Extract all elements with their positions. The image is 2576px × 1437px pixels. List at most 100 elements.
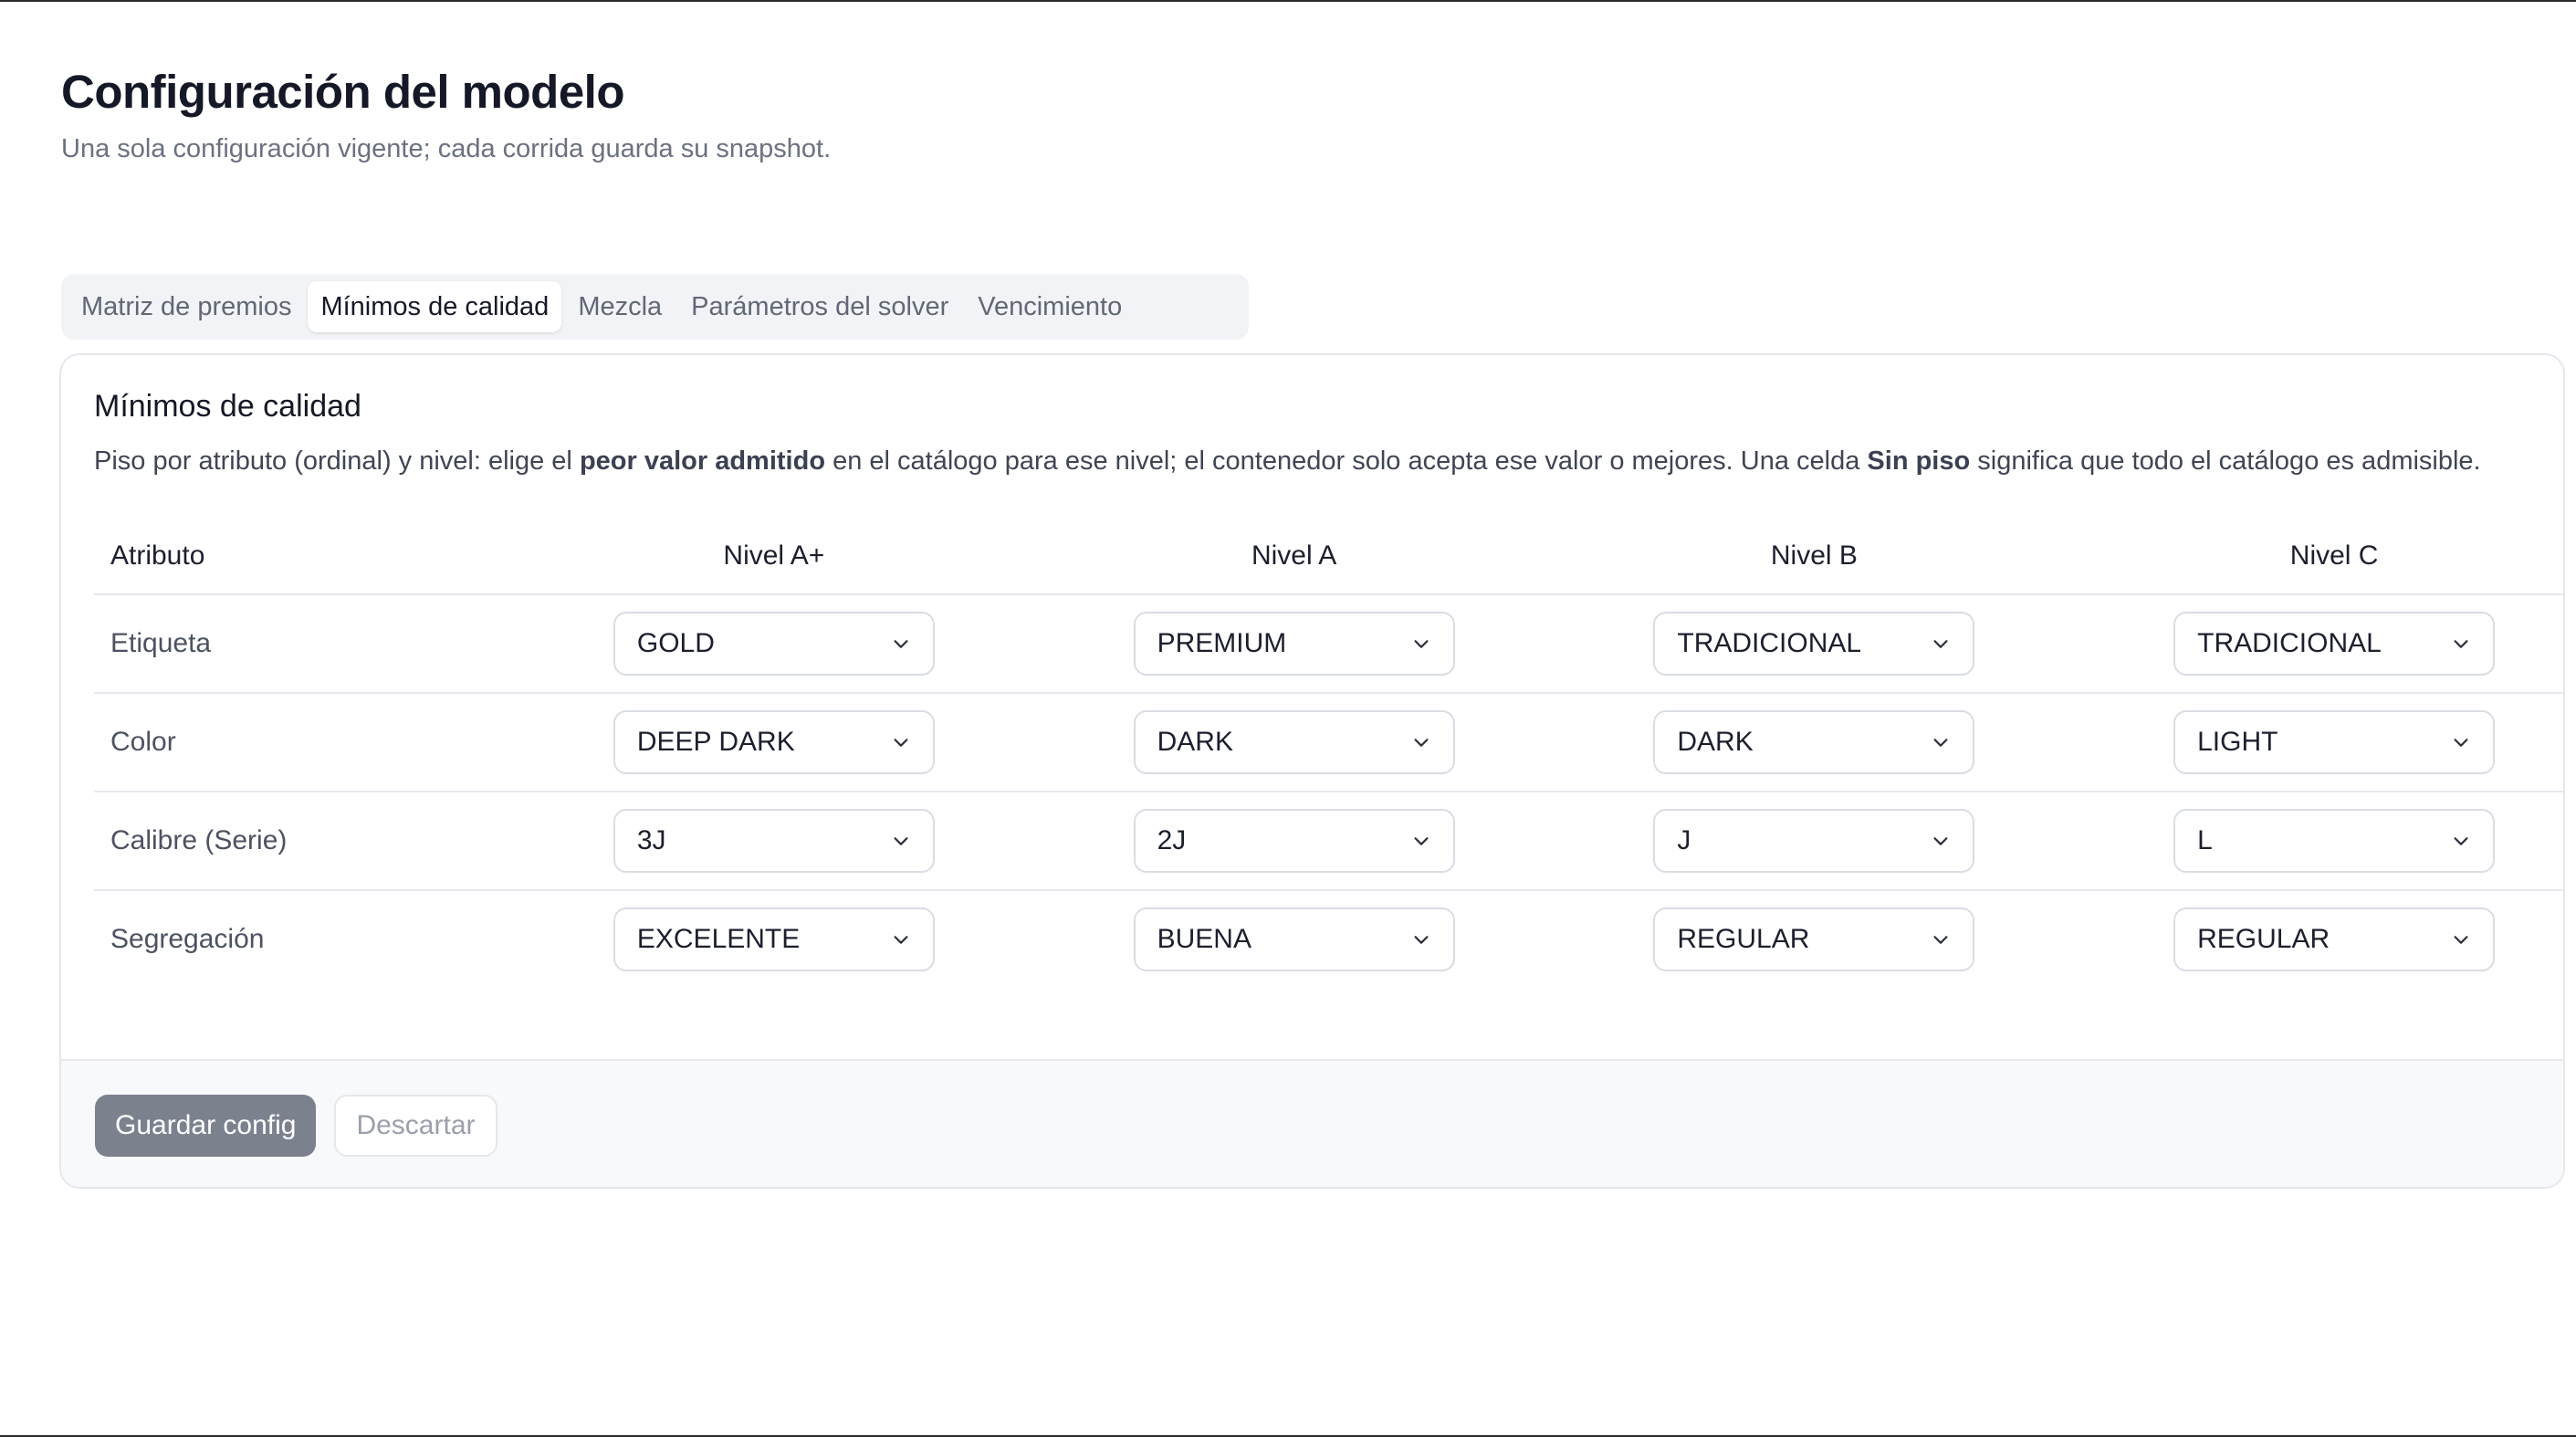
- floor-select-nivel-a[interactable]: 2J: [1133, 808, 1455, 873]
- level-cell: TRADICIONAL: [1554, 593, 2075, 694]
- tab-parametros-del-solver[interactable]: Parámetros del solver: [678, 281, 961, 332]
- card-footer: Guardar config Descartar: [61, 1059, 2563, 1187]
- tab-vencimiento[interactable]: Vencimiento: [965, 281, 1135, 332]
- discard-button[interactable]: Descartar: [334, 1095, 497, 1157]
- quality-table: Atributo Nivel A+ Nivel A Nivel B Nivel …: [94, 519, 2563, 989]
- chevron-down-icon: [1931, 929, 1951, 949]
- chevron-down-icon: [2451, 831, 2471, 851]
- level-cell: J: [1554, 791, 2075, 891]
- floor-select-nivel-a[interactable]: BUENA: [1133, 907, 1455, 972]
- level-cell: L: [2074, 791, 2563, 891]
- select-value: REGULAR: [2197, 924, 2330, 955]
- chevron-down-icon: [1411, 634, 1431, 654]
- floor-select-nivel-a[interactable]: DARK: [1133, 709, 1455, 774]
- attribute-label: Etiqueta: [94, 593, 514, 694]
- tab-matriz-de-premios[interactable]: Matriz de premios: [68, 281, 304, 332]
- chevron-down-icon: [2451, 732, 2471, 752]
- desc-text-1: Piso por atributo (ordinal) y nivel: eli…: [94, 446, 580, 476]
- header-atributo: Atributo: [94, 519, 514, 595]
- select-value: J: [1677, 824, 1691, 855]
- select-value: L: [2197, 824, 2213, 855]
- chevron-down-icon: [891, 929, 911, 949]
- floor-select-nivel-a-plus[interactable]: EXCELENTE: [613, 907, 935, 972]
- header-nivel-a-plus: Nivel A+: [514, 519, 1034, 595]
- tab-mezcla[interactable]: Mezcla: [565, 281, 675, 332]
- level-cell: BUENA: [1034, 890, 1555, 989]
- level-cell: LIGHT: [2074, 692, 2563, 792]
- chevron-down-icon: [891, 831, 911, 851]
- desc-text-2: en el catálogo para ese nivel; el conten…: [825, 446, 1868, 476]
- floor-select-nivel-b[interactable]: REGULAR: [1653, 907, 1975, 972]
- level-cell: 2J: [1033, 791, 1555, 891]
- card-description: Piso por atributo (ordinal) y nivel: eli…: [94, 442, 2559, 481]
- table-row: Segregación EXCELENTE BUENA REGULAR REGULAR: [94, 890, 2563, 989]
- tab-bar: Matriz de premios Mínimos de calidad Mez…: [61, 274, 1249, 340]
- desc-bold-worst-value: peor valor admitido: [579, 446, 826, 476]
- level-cell: DARK: [1033, 692, 1555, 792]
- select-value: DEEP DARK: [636, 726, 795, 757]
- chevron-down-icon: [1931, 732, 1951, 752]
- floor-select-nivel-a-plus[interactable]: 3J: [613, 808, 935, 873]
- desc-bold-no-floor: Sin piso: [1867, 446, 1971, 476]
- chevron-down-icon: [1931, 634, 1951, 654]
- select-value: TRADICIONAL: [1677, 627, 1862, 658]
- level-cell: DARK: [1554, 692, 2075, 792]
- header-nivel-c: Nivel C: [2074, 519, 2563, 595]
- chevron-down-icon: [891, 732, 911, 752]
- floor-select-nivel-a[interactable]: PREMIUM: [1133, 611, 1455, 676]
- chevron-down-icon: [1411, 831, 1431, 851]
- floor-select-nivel-b[interactable]: J: [1653, 808, 1975, 873]
- level-cell: REGULAR: [1555, 890, 2075, 989]
- table-row: Etiqueta GOLD PREMIUM TRADICIONAL TRADICIONA…: [94, 593, 2563, 694]
- page-title: Configuración del modelo: [61, 66, 625, 118]
- select-value: BUENA: [1157, 924, 1251, 955]
- select-value: REGULAR: [1677, 924, 1810, 955]
- floor-select-nivel-c[interactable]: TRADICIONAL: [2173, 611, 2496, 676]
- select-value: EXCELENTE: [636, 924, 801, 955]
- floor-select-nivel-a-plus[interactable]: GOLD: [613, 611, 935, 676]
- floor-select-nivel-b[interactable]: TRADICIONAL: [1653, 611, 1975, 676]
- floor-select-nivel-a-plus[interactable]: DEEP DARK: [613, 709, 935, 774]
- select-value: DARK: [1157, 726, 1233, 757]
- floor-select-nivel-c[interactable]: L: [2173, 808, 2496, 873]
- chevron-down-icon: [891, 634, 911, 654]
- page-subtitle: Una sola configuración vigente; cada cor…: [61, 134, 832, 164]
- select-value: DARK: [1677, 726, 1754, 757]
- top-border: [0, 0, 2576, 2]
- card-title: Mínimos de calidad: [94, 389, 361, 424]
- chevron-down-icon: [2451, 929, 2471, 949]
- table-row: Color DEEP DARK DARK DARK LIGHT: [94, 692, 2563, 792]
- quality-minimums-card: Mínimos de calidad Piso por atributo (or…: [59, 353, 2565, 1189]
- chevron-down-icon: [2451, 634, 2471, 654]
- tab-minimos-de-calidad[interactable]: Mínimos de calidad: [308, 281, 562, 332]
- chevron-down-icon: [1931, 831, 1951, 851]
- attribute-label: Segregación: [110, 924, 265, 955]
- select-value: 2J: [1157, 824, 1187, 855]
- select-value: TRADICIONAL: [2197, 627, 2382, 658]
- level-cell: DEEP DARK: [514, 692, 1034, 792]
- table-row: Calibre (Serie) 3J 2J J L: [94, 791, 2563, 891]
- select-value: LIGHT: [2197, 726, 2278, 757]
- level-cell: EXCELENTE: [514, 890, 1034, 989]
- level-cell: GOLD: [514, 593, 1034, 694]
- header-nivel-b: Nivel B: [1554, 519, 2075, 595]
- chevron-down-icon: [1411, 732, 1431, 752]
- attribute-label: Calibre (Serie): [94, 791, 514, 891]
- level-cell: PREMIUM: [1033, 593, 1555, 694]
- level-cell: 3J: [514, 791, 1034, 891]
- save-config-button[interactable]: Guardar config: [95, 1095, 317, 1157]
- floor-select-nivel-c[interactable]: REGULAR: [2173, 907, 2496, 972]
- chevron-down-icon: [1411, 929, 1431, 949]
- select-value: 3J: [636, 824, 666, 855]
- header-nivel-a: Nivel A: [1033, 519, 1555, 595]
- floor-select-nivel-c[interactable]: LIGHT: [2173, 709, 2496, 774]
- table-header-row: Atributo Nivel A+ Nivel A Nivel B Nivel …: [94, 519, 2563, 595]
- desc-text-3: significa que todo el catálogo es admisi…: [1970, 446, 2481, 476]
- floor-select-nivel-b[interactable]: DARK: [1653, 709, 1975, 774]
- level-cell: TRADICIONAL: [2074, 593, 2563, 694]
- page-header: Configuración del modelo Una sola config…: [61, 64, 2562, 167]
- select-value: PREMIUM: [1157, 627, 1287, 658]
- select-value: GOLD: [636, 627, 715, 658]
- level-cell: REGULAR: [2074, 890, 2563, 989]
- attribute-label: Color: [94, 692, 514, 792]
